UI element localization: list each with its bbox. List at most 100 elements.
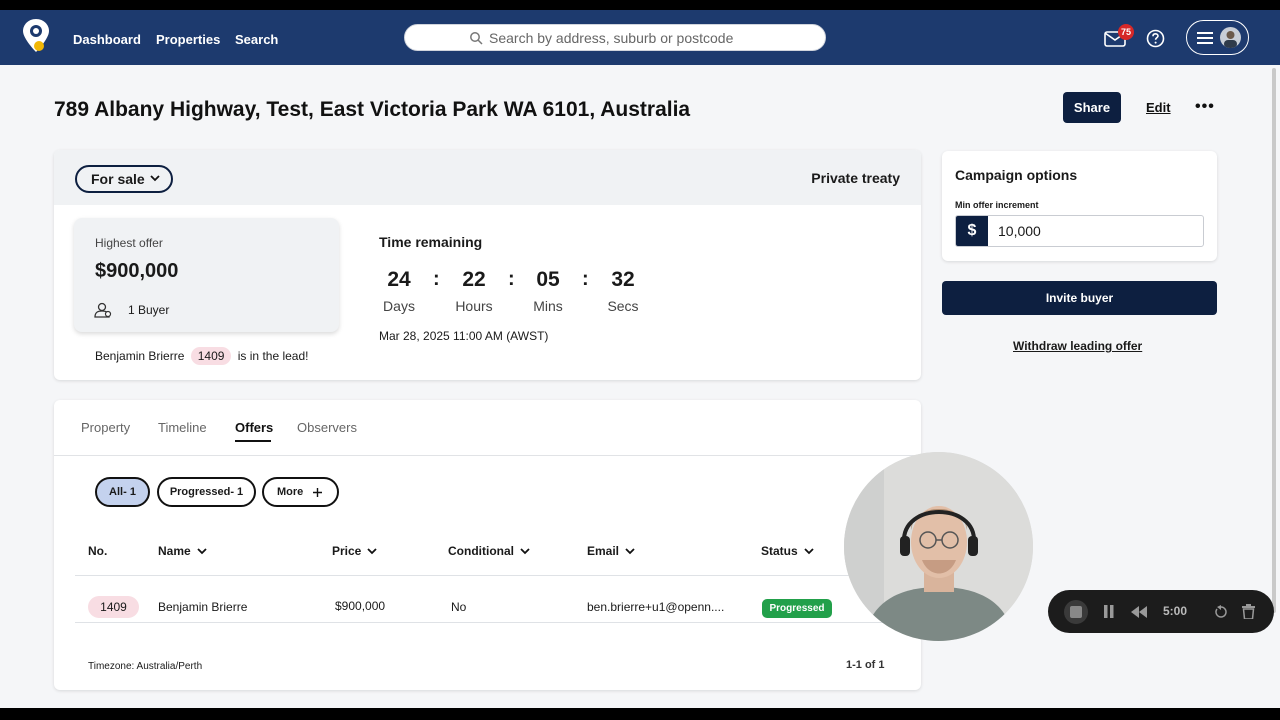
webcam-person-image (844, 452, 1033, 641)
nav-search[interactable]: Search (235, 32, 278, 47)
offer-conditional: No (451, 600, 467, 614)
column-header-name-label: Name (158, 544, 191, 558)
filter-progressed-chip[interactable]: Progressed- 1 (157, 477, 256, 507)
mail-count-badge: 75 (1118, 24, 1134, 40)
deadline-text: Mar 28, 2025 11:00 AM (AWST) (379, 329, 549, 343)
buyer-icon (94, 302, 112, 318)
sale-card-header: For sale Private treaty (54, 150, 921, 205)
sale-method: Private treaty (811, 170, 900, 186)
avatar (1220, 27, 1241, 48)
offers-card: Property Timeline Offers Observers All- … (54, 400, 921, 690)
scrollbar[interactable] (1272, 68, 1276, 613)
top-navbar: Dashboard Properties Search Search by ad… (0, 10, 1280, 65)
help-icon[interactable] (1146, 29, 1165, 48)
webcam-overlay[interactable] (844, 452, 1033, 641)
column-header-status[interactable]: Status (761, 544, 814, 558)
currency-prefix: $ (956, 216, 988, 246)
hamburger-icon (1197, 32, 1213, 44)
min-increment-field[interactable]: $ 10,000 (955, 215, 1204, 247)
highest-offer-box: Highest offer $900,000 1 Buyer (74, 218, 339, 332)
chevron-down-icon (804, 548, 814, 555)
offer-price: $900,000 (335, 599, 386, 613)
invite-buyer-button[interactable]: Invite buyer (942, 281, 1217, 315)
nav-properties[interactable]: Properties (156, 32, 220, 47)
restart-icon[interactable] (1214, 605, 1228, 619)
active-tab-indicator (235, 440, 271, 442)
time-remaining-label: Time remaining (379, 234, 483, 250)
column-header-conditional-label: Conditional (448, 544, 514, 558)
divider (54, 455, 921, 456)
nav-dashboard[interactable]: Dashboard (73, 32, 141, 47)
tab-property[interactable]: Property (81, 420, 130, 435)
filter-more-chip[interactable]: More (262, 477, 339, 507)
countdown-hours-value: 22 (462, 268, 486, 291)
timezone-note: Timezone: Australia/Perth (88, 661, 203, 672)
recording-controls: 5:00 (1048, 590, 1274, 633)
pause-icon[interactable] (1103, 605, 1115, 618)
offer-number-badge: 1409 (88, 596, 139, 618)
status-badge: Progressed (762, 599, 832, 618)
tab-timeline[interactable]: Timeline (158, 420, 207, 435)
countdown-secs-unit: Secs (607, 298, 639, 314)
chevron-down-icon (520, 548, 530, 555)
search-input[interactable]: Search by address, suburb or postcode (404, 24, 826, 51)
column-header-no: No. (88, 544, 108, 558)
column-header-name[interactable]: Name (158, 544, 207, 558)
edit-link[interactable]: Edit (1146, 100, 1171, 115)
countdown-hours: 22 Hours (449, 268, 499, 314)
column-header-price-label: Price (332, 544, 362, 558)
tab-offers[interactable]: Offers (235, 420, 273, 435)
lead-name: Benjamin Brierre (95, 349, 185, 363)
plus-icon (313, 488, 322, 497)
countdown-days-value: 24 (387, 268, 411, 291)
lead-suffix: is in the lead! (237, 349, 309, 363)
column-header-email-label: Email (587, 544, 620, 558)
column-header-email[interactable]: Email (587, 544, 635, 558)
highest-offer-label: Highest offer (95, 236, 163, 250)
pin-logo-icon[interactable] (22, 18, 50, 54)
column-header-price[interactable]: Price (332, 544, 377, 558)
chevron-down-icon (625, 548, 635, 555)
app-screen: Dashboard Properties Search Search by ad… (0, 10, 1280, 708)
chevron-down-icon (197, 548, 207, 555)
filter-more-label: More (277, 486, 304, 498)
countdown-secs: 32 Secs (598, 268, 648, 314)
countdown-hours-unit: Hours (455, 298, 493, 314)
countdown-separator: : (582, 268, 589, 290)
column-header-conditional[interactable]: Conditional (448, 544, 530, 558)
rewind-icon[interactable] (1131, 606, 1147, 618)
campaign-options-card: Campaign options Min offer increment $ 1… (942, 151, 1217, 261)
lead-message: Benjamin Brierre 1409 is in the lead! (95, 347, 308, 365)
sale-status-dropdown[interactable]: For sale (75, 165, 173, 193)
min-increment-value: 10,000 (998, 223, 1041, 239)
column-header-status-label: Status (761, 544, 798, 558)
countdown-mins-value: 05 (536, 268, 560, 291)
stop-icon[interactable] (1064, 600, 1088, 624)
min-increment-label: Min offer increment (955, 200, 1039, 210)
search-icon (470, 32, 483, 45)
buyer-count: 1 Buyer (128, 303, 170, 317)
pagination-text: 1-1 of 1 (846, 659, 885, 671)
withdraw-leading-offer-link[interactable]: Withdraw leading offer (1013, 339, 1142, 353)
tab-observers[interactable]: Observers (297, 420, 357, 435)
account-menu-button[interactable] (1186, 20, 1249, 55)
more-options-button[interactable]: ••• (1195, 98, 1215, 116)
divider (75, 575, 921, 576)
lead-number-badge: 1409 (190, 347, 232, 365)
countdown-separator: : (433, 268, 440, 290)
search-placeholder: Search by address, suburb or postcode (489, 30, 734, 46)
filter-all-chip[interactable]: All- 1 (95, 477, 150, 507)
offer-name: Benjamin Brierre (158, 600, 248, 614)
countdown-mins-unit: Mins (533, 298, 563, 314)
sale-status-card: For sale Private treaty Highest offer $9… (54, 150, 921, 380)
campaign-options-title: Campaign options (955, 167, 1078, 183)
countdown-days: 24 Days (374, 268, 424, 314)
countdown-days-unit: Days (383, 298, 415, 314)
page-title: 789 Albany Highway, Test, East Victoria … (54, 98, 691, 121)
divider (75, 622, 921, 623)
trash-icon[interactable] (1242, 604, 1255, 619)
chevron-down-icon (367, 548, 377, 555)
countdown-mins: 05 Mins (523, 268, 573, 314)
share-button[interactable]: Share (1063, 92, 1121, 123)
highest-offer-value: $900,000 (95, 260, 179, 282)
